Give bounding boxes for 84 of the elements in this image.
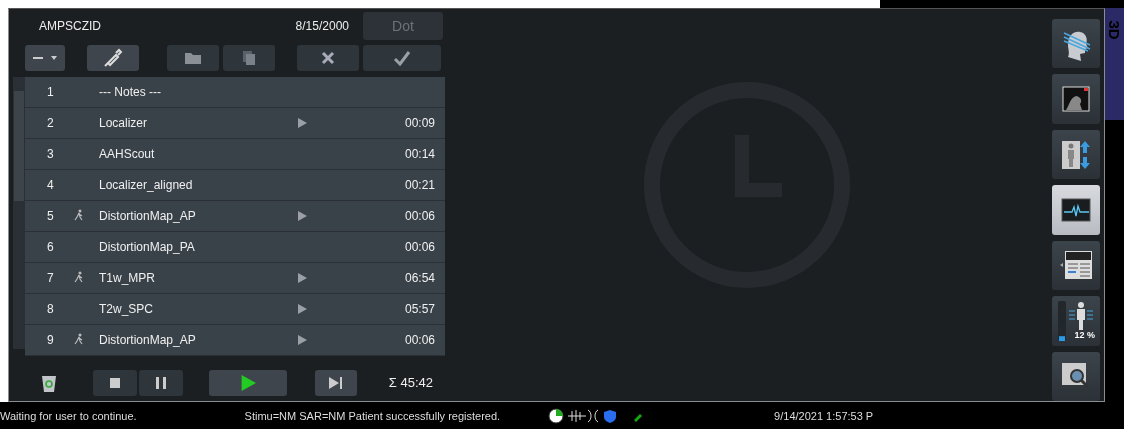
person-icon <box>1069 300 1093 331</box>
protocol-name: T1w_MPR <box>99 271 155 286</box>
copy-button[interactable] <box>223 44 275 71</box>
duration: 05:57 <box>404 302 436 317</box>
protocol-row[interactable]: 5 DistortionMap_AP 00:06 <box>25 201 445 233</box>
protocol-name: DistortionMap_PA <box>99 240 195 255</box>
viewer-icon <box>1062 86 1090 113</box>
search-icon <box>1061 362 1091 391</box>
start-button[interactable] <box>209 369 287 396</box>
patient-id: AMPSCZID <box>39 19 101 34</box>
pause-button[interactable] <box>139 369 183 396</box>
scrollbar[interactable] <box>13 77 25 350</box>
row-number: 4 <box>46 178 54 193</box>
confirm-button[interactable] <box>363 44 441 71</box>
row-number: 2 <box>46 116 54 131</box>
folder-icon <box>184 50 202 65</box>
play-icon <box>297 118 307 129</box>
duration: 06:54 <box>404 271 436 286</box>
protocol-name: T2w_SPC <box>99 302 154 317</box>
open-folder-button[interactable] <box>167 44 219 71</box>
protocol-name: AAHScout <box>99 147 155 162</box>
status-info: Stimu=NM SAR=NM Patient successfully registered. <box>244 409 501 422</box>
pause-icon <box>156 376 166 389</box>
side-tool-button[interactable]: 12 % <box>1052 296 1100 346</box>
protocol-row[interactable]: 6 DistortionMap_PA 00:06 <box>25 232 445 264</box>
play-icon <box>297 304 307 315</box>
total-time: Σ 45:42 <box>388 375 433 391</box>
row-number: 8 <box>46 302 54 317</box>
sar-percent: 12 % <box>1074 329 1095 340</box>
side-tool-button[interactable] <box>1052 351 1100 401</box>
duration: 00:06 <box>404 333 436 348</box>
row-number: 1 <box>46 85 54 100</box>
duration: 00:09 <box>404 116 436 131</box>
protocol-row[interactable]: 4 Localizer_aligned 00:21 <box>25 170 445 202</box>
dropdown-icon <box>31 53 59 62</box>
patient-table-icon <box>1060 138 1092 171</box>
side-tool-button[interactable] <box>1052 129 1100 180</box>
row-number: 5 <box>46 209 54 224</box>
side-tool-button[interactable] <box>1052 19 1100 69</box>
status-message: Waiting for user to continue. <box>0 409 137 422</box>
skip-button[interactable] <box>315 369 357 396</box>
row-number: 3 <box>46 147 54 162</box>
protocol-name: DistortionMap_AP <box>99 333 196 348</box>
protocol-name: --- Notes --- <box>99 85 161 100</box>
checkmark-icon <box>393 49 411 66</box>
walking-person-icon <box>73 209 85 222</box>
walking-person-icon <box>73 333 85 346</box>
protocol-name: Localizer_aligned <box>99 178 193 193</box>
cancel-button[interactable] <box>297 44 359 71</box>
view-dropdown-button[interactable] <box>25 44 65 71</box>
row-number: 9 <box>46 333 54 348</box>
play-icon <box>297 211 307 222</box>
play-icon <box>240 374 256 391</box>
protocol-name: DistortionMap_AP <box>99 209 196 224</box>
duration: 00:21 <box>404 178 436 193</box>
play-icon <box>297 273 307 284</box>
skip-next-icon <box>329 376 343 389</box>
side-tool-button[interactable] <box>1052 185 1100 235</box>
waveform-monitor-icon <box>1061 197 1091 222</box>
syringe-icon <box>103 47 123 68</box>
status-datetime: 9/14/2021 1:57:53 P <box>774 409 874 422</box>
close-icon <box>321 50 335 65</box>
side-tool-button[interactable] <box>1052 74 1100 124</box>
duration: 00:06 <box>404 240 436 255</box>
row-number: 7 <box>46 271 54 286</box>
protocol-name: Localizer <box>99 116 148 131</box>
stop-icon <box>110 377 120 388</box>
side-tool-button[interactable] <box>1052 240 1100 291</box>
protocol-row[interactable]: 1 --- Notes --- <box>25 77 445 109</box>
duration: 00:14 <box>404 147 436 162</box>
exam-date: 8/15/2000 <box>295 19 349 34</box>
protocol-row[interactable]: 7 T1w_MPR 06:54 <box>25 263 445 295</box>
stop-button[interactable] <box>93 369 137 396</box>
protocol-row[interactable]: 9 DistortionMap_AP 00:06 <box>25 325 445 357</box>
pages-icon <box>242 49 256 66</box>
play-icon <box>297 335 307 346</box>
row-number: 6 <box>46 240 54 255</box>
document-list-icon <box>1059 250 1093 281</box>
protocol-row[interactable]: 2 Localizer 00:09 <box>25 108 445 140</box>
syringe-button[interactable] <box>87 44 139 71</box>
protocol-row[interactable]: 8 T2w_SPC 05:57 <box>25 294 445 326</box>
protocol-row[interactable]: 3 AAHScout 00:14 <box>25 139 445 171</box>
duration: 00:06 <box>404 209 436 224</box>
walking-person-icon <box>73 271 85 284</box>
